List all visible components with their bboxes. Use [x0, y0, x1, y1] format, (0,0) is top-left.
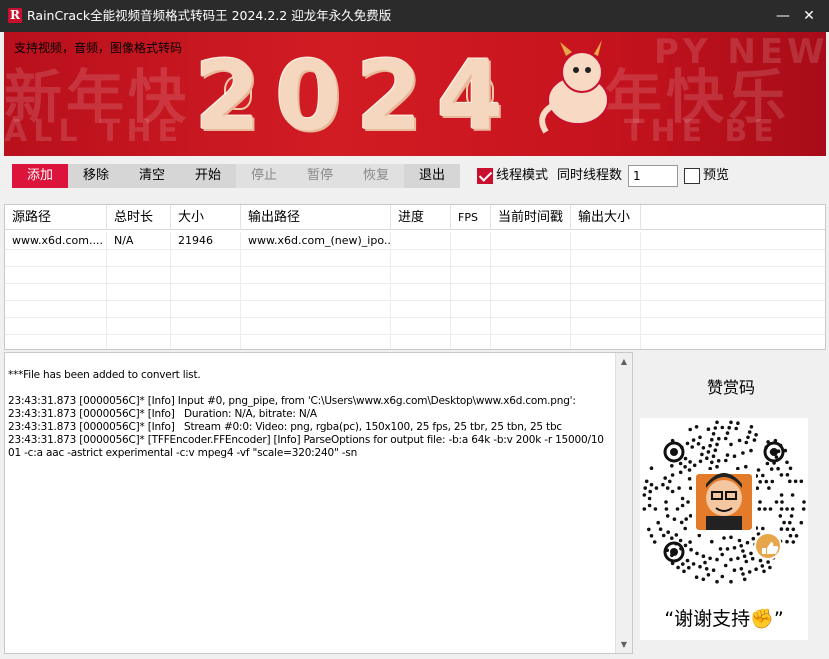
toolbar: 添加 移除 清空 开始 停止 暂停 恢复 退出 线程模式 同时线程数 预览: [4, 156, 826, 204]
banner-year: 2024: [194, 40, 518, 152]
stop-button[interactable]: 停止: [236, 164, 292, 188]
table-cell: [451, 232, 491, 249]
thread-mode-label: 线程模式: [496, 168, 549, 183]
column-divider: [5, 249, 107, 349]
exit-button[interactable]: 退出: [404, 164, 460, 188]
column-divider: [451, 249, 491, 349]
donate-panel: 赞赏码 “谢谢支持✊”: [636, 352, 826, 654]
clear-button[interactable]: 清空: [124, 164, 180, 188]
column-divider: [171, 249, 241, 349]
log-text: ***File has been added to convert list. …: [8, 369, 604, 459]
column-divider: [391, 249, 451, 349]
remove-button[interactable]: 移除: [68, 164, 124, 188]
column-divider: [241, 249, 391, 349]
column-header[interactable]: 进度: [391, 205, 451, 230]
column-header[interactable]: FPS: [451, 205, 491, 230]
banner-bg-text: PY NEW Y: [654, 32, 826, 72]
thread-mode-checkbox[interactable]: [477, 168, 493, 184]
column-divider: [571, 249, 641, 349]
resume-button[interactable]: 恢复: [348, 164, 404, 188]
column-header[interactable]: 大小: [171, 205, 241, 230]
table-cell: www.x6d.com....: [5, 232, 107, 249]
scroll-down-arrow-icon[interactable]: ▼: [616, 636, 632, 653]
column-header[interactable]: 输出大小: [571, 205, 641, 230]
log-panel[interactable]: ***File has been added to convert list. …: [4, 352, 633, 654]
table-cell: 21946: [171, 232, 241, 249]
column-divider: [491, 249, 571, 349]
title-bar[interactable]: R RainCrack全能视频音频格式转码王 2024.2.2 迎龙年永久免费版…: [0, 0, 829, 32]
banner-bg-text: ALL THE: [4, 114, 184, 149]
donate-qr-card: “谢谢支持✊”: [640, 418, 808, 640]
column-header[interactable]: 源路径: [5, 205, 107, 230]
table-cell: N/A: [107, 232, 171, 249]
threads-input[interactable]: [628, 165, 678, 187]
preview-checkbox[interactable]: [684, 168, 700, 184]
preview-label: 预览: [703, 168, 730, 183]
app-logo-icon: R: [8, 8, 22, 23]
log-scrollbar[interactable]: ▲ ▼: [615, 353, 632, 653]
file-table[interactable]: 源路径 总时长 大小 输出路径 进度 FPS 当前时间戳 输出大小 www.x6…: [4, 204, 826, 350]
qr-code-icon: [642, 420, 806, 584]
scroll-up-arrow-icon[interactable]: ▲: [616, 353, 632, 370]
column-header[interactable]: 当前时间戳: [491, 205, 571, 230]
add-button[interactable]: 添加: [12, 164, 68, 188]
dragon-icon: [539, 40, 609, 134]
donate-title: 赞赏码: [706, 378, 755, 397]
thanks-text: “谢谢支持✊”: [664, 608, 784, 630]
table-cell: [571, 232, 641, 249]
threads-label: 同时线程数: [557, 168, 623, 183]
banner: 新年快 年快乐 ALL THE THE BE PY NEW Y 2024 支持视…: [4, 32, 826, 156]
table-cell: [391, 232, 451, 249]
close-button[interactable]: ✕: [786, 0, 829, 32]
table-cell: [491, 232, 571, 249]
column-header[interactable]: 总时长: [107, 205, 171, 230]
column-header[interactable]: 输出路径: [241, 205, 391, 230]
pause-button[interactable]: 暂停: [292, 164, 348, 188]
banner-bg-text: THE BE: [624, 114, 780, 149]
banner-subtitle: 支持视频，音频，图像格式转码: [14, 41, 183, 55]
window-title: RainCrack全能视频音频格式转码王 2024.2.2 迎龙年永久免费版: [27, 8, 392, 23]
start-button[interactable]: 开始: [180, 164, 236, 188]
thumbs-up-icon: [754, 532, 782, 560]
table-header: 源路径 总时长 大小 输出路径 进度 FPS 当前时间戳 输出大小: [5, 205, 825, 230]
table-cell: www.x6d.com_(new)_ipo...: [241, 232, 391, 249]
column-divider: [107, 249, 171, 349]
